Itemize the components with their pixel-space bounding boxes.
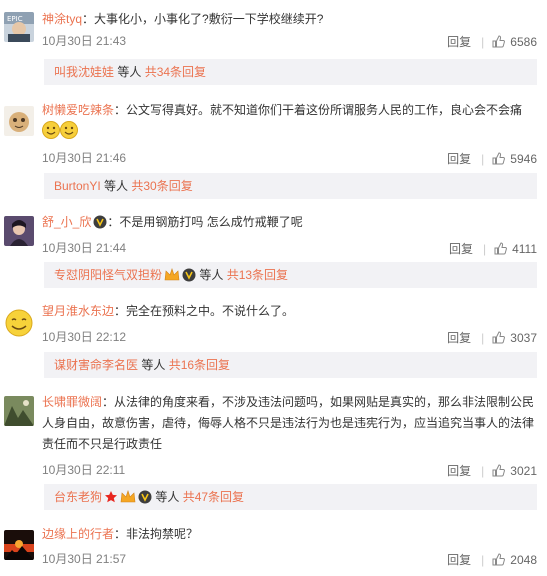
divider: | [481, 552, 485, 567]
reply-count-link[interactable]: 共47条回复 [183, 490, 244, 504]
thumbs-up-icon[interactable] [492, 35, 506, 48]
reply-middle-text: 等人 [114, 65, 145, 79]
divider: | [481, 330, 485, 345]
like-count: 2048 [510, 552, 537, 567]
star-badge-icon [104, 487, 118, 513]
comment-time: 10月30日 21:43 [42, 34, 127, 48]
avatar[interactable]: EPIC [4, 12, 34, 42]
like-count: 5946 [510, 151, 537, 166]
reply-button[interactable]: 回复 [449, 241, 473, 257]
comment-time: 10月30日 21:57 [42, 552, 127, 566]
reply-button[interactable]: 回复 [447, 463, 471, 479]
like-count: 6586 [510, 34, 537, 49]
thumbs-up-icon[interactable] [492, 553, 506, 566]
comment-text: ：大事化小，小事化了?敷衍一下学校继续开? [82, 12, 324, 26]
reply-button[interactable]: 回复 [447, 151, 471, 167]
vip-badge-icon [182, 265, 196, 291]
comment-meta: 10月30日 22:11 回复 | 3021 [42, 462, 537, 478]
avatar[interactable] [4, 530, 34, 560]
comment-meta: 10月30日 21:46 回复 | 5946 [42, 150, 537, 166]
avatar[interactable] [4, 216, 34, 246]
reply-usernames[interactable]: BurtonYI [54, 179, 101, 193]
username-link[interactable]: 望月淮水东边 [42, 304, 114, 318]
reply-middle-text: 等人 [196, 268, 227, 282]
reply-count-link[interactable]: 共30条回复 [131, 179, 192, 193]
username-link[interactable]: 树懒爱吃辣条 [42, 103, 114, 117]
comment-text: ：非法拘禁呢？ [114, 527, 199, 541]
comment-text: ：公文写得真好。就不知道你们干着这份所谓服务人民的工作，良心会不会痛 [114, 103, 523, 117]
crown-badge-icon [164, 265, 180, 291]
comment-meta: 10月30日 22:12 回复 | 3037 [42, 329, 537, 345]
avatar[interactable] [4, 308, 34, 338]
reply-count-link[interactable]: 共13条回复 [227, 268, 288, 282]
comment-time: 10月30日 22:11 [42, 463, 126, 477]
avatar[interactable] [4, 106, 34, 136]
vip-badge-icon [93, 215, 107, 236]
smile-emoji-icon [42, 121, 60, 139]
reply-usernames[interactable]: 谋财害命李名医 [54, 358, 138, 372]
username-link[interactable]: 长啸罪微阔 [42, 395, 102, 409]
reply-summary[interactable]: BurtonYI 等人 共30条回复 [44, 173, 537, 199]
thumbs-up-icon[interactable] [494, 242, 508, 255]
reply-usernames[interactable]: 专怼阴阳怪气双担粉 [54, 268, 162, 282]
reply-summary[interactable]: 叫我沈娃娃 等人 共34条回复 [44, 59, 537, 85]
crown-badge-icon [120, 487, 136, 513]
like-count: 3021 [510, 463, 537, 478]
divider: | [481, 151, 485, 166]
reply-summary[interactable]: 台东老狗 等人 共47条回复 [44, 484, 537, 510]
comment-meta: 10月30日 21:44 回复 | 4111 [42, 240, 537, 256]
comment-meta: 10月30日 21:43 回复 | 6586 [42, 33, 537, 49]
reply-usernames[interactable]: 台东老狗 [54, 490, 102, 504]
reply-middle-text: 等人 [138, 358, 169, 372]
reply-button[interactable]: 回复 [447, 552, 471, 568]
username-link[interactable]: 边缘上的行者 [42, 527, 114, 541]
vip-badge-icon [138, 487, 152, 513]
comment-time: 10月30日 21:46 [42, 151, 127, 165]
reply-button[interactable]: 回复 [447, 330, 471, 346]
like-count: 4111 [512, 241, 537, 256]
comment-text: ：完全在预料之中。不说什么了。 [114, 304, 295, 318]
reply-middle-text: 等人 [152, 490, 183, 504]
thumbs-up-icon[interactable] [492, 331, 506, 344]
comment-meta: 10月30日 21:57 回复 | 2048 [42, 551, 537, 567]
like-count: 3037 [510, 330, 537, 345]
svg-text:EPIC: EPIC [7, 15, 23, 23]
avatar[interactable] [4, 396, 34, 426]
reply-middle-text: 等人 [100, 179, 132, 193]
username-link[interactable]: 舒_小_欣 [42, 215, 91, 229]
thumbs-up-icon[interactable] [492, 152, 506, 165]
divider: | [481, 463, 485, 478]
username-link[interactable]: 神涂tyq [42, 12, 82, 26]
reply-summary[interactable]: 专怼阴阳怪气双担粉 等人 共13条回复 [44, 262, 537, 288]
comment-text: ：从法律的角度来看，不涉及违法问题吗，如果网贴是真实的，那么非法限制公民人身自由… [42, 395, 535, 451]
reply-summary[interactable]: 谋财害命李名医 等人 共16条回复 [44, 352, 537, 378]
divider: | [482, 241, 487, 256]
smile-emoji-icon [60, 121, 78, 139]
divider: | [481, 34, 485, 49]
comment-time: 10月30日 22:12 [42, 330, 127, 344]
thumbs-up-icon[interactable] [492, 464, 506, 477]
comment-time: 10月30日 21:44 [42, 241, 127, 255]
comment-text: ：不是用钢筋打吗 怎么成竹戒鞭了呢 [107, 215, 303, 229]
reply-count-link[interactable]: 共16条回复 [169, 358, 230, 372]
reply-usernames[interactable]: 叫我沈娃娃 [54, 65, 114, 79]
reply-count-link[interactable]: 共34条回复 [145, 65, 206, 79]
reply-button[interactable]: 回复 [447, 34, 471, 50]
